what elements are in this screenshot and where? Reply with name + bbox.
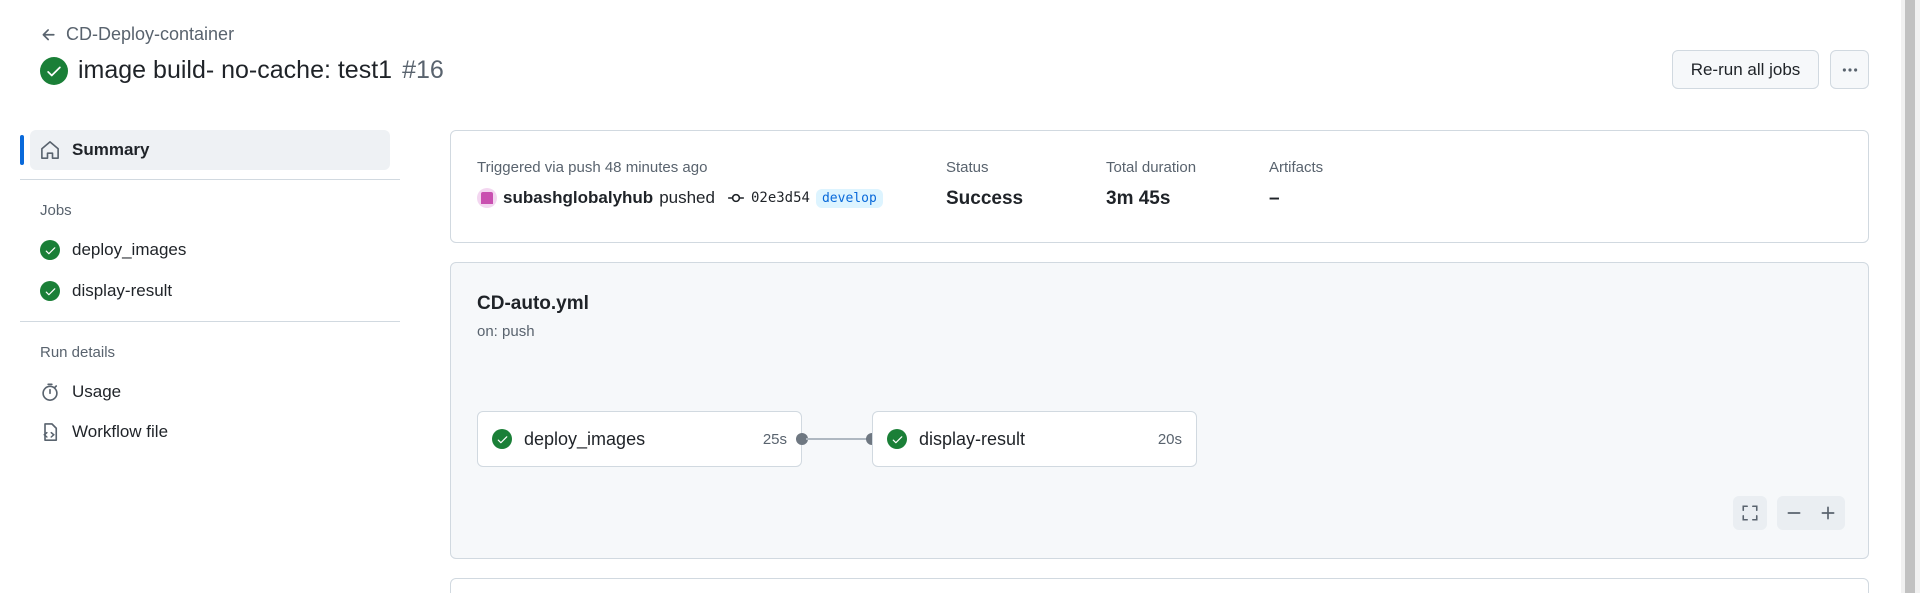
run-title: image build- no-cache: test1 #16 (40, 56, 444, 85)
commit-sha-link[interactable]: 02e3d54 (751, 190, 810, 206)
scrollbar-thumb[interactable] (1905, 0, 1915, 593)
check-circle-icon (40, 56, 68, 85)
job-duration: 20s (1157, 430, 1182, 448)
sidebar-item-label: Workflow file (72, 422, 169, 441)
zoom-in-button[interactable] (1811, 496, 1845, 530)
workflow-trigger: on: push (477, 323, 535, 340)
check-circle-icon (887, 429, 907, 449)
run-details-heading: Run details (40, 344, 116, 361)
arrow-left-icon (42, 28, 55, 40)
plus-icon (1821, 506, 1835, 520)
fullscreen-control (1733, 496, 1767, 530)
status-label: Status (946, 159, 989, 176)
file-code-icon (43, 423, 58, 441)
dash-icon (1787, 512, 1801, 514)
duration-label: Total duration (1106, 159, 1197, 176)
job-node-display-result[interactable]: display-result 20s (872, 411, 1197, 467)
divider (20, 179, 400, 180)
zoom-controls (1777, 496, 1845, 530)
sidebar-item-usage[interactable]: Usage (40, 382, 121, 402)
kebab-horizontal-icon (1842, 67, 1857, 72)
sidebar-item-display-result[interactable]: display-result (40, 281, 172, 301)
divider (20, 321, 400, 322)
workflow-file-name: CD-auto.yml (477, 293, 589, 314)
job-duration: 25s (762, 430, 787, 448)
sidebar-item-summary[interactable]: Summary (30, 130, 390, 170)
check-circle-icon (40, 240, 60, 260)
sidebar-item-label: display-result (72, 281, 173, 300)
sidebar-item-workflow-file[interactable]: Workflow file (40, 422, 168, 442)
sidebar-item-label: Summary (72, 140, 150, 159)
job-connector (806, 438, 868, 440)
job-name: deploy_images (524, 428, 646, 449)
duration-value: 3m 45s (1106, 188, 1171, 209)
back-link[interactable]: CD-Deploy-container (40, 24, 234, 45)
annotations-card (450, 578, 1869, 593)
sidebar-item-label: deploy_images (72, 240, 187, 259)
rerun-all-jobs-button[interactable]: Re-run all jobs (1672, 50, 1819, 89)
home-icon (41, 141, 59, 159)
job-name: display-result (919, 428, 1026, 449)
git-commit-icon (728, 193, 744, 203)
active-indicator (20, 135, 24, 165)
duration-section: Total duration 3m 45s (1106, 159, 1196, 210)
run-number: #16 (402, 56, 444, 84)
fullscreen-button[interactable] (1733, 496, 1767, 530)
jobs-heading: Jobs (40, 202, 72, 219)
check-circle-icon (492, 429, 512, 449)
artifacts-section: Artifacts – (1269, 159, 1323, 210)
run-info-card: Triggered via push 48 minutes ago subash… (450, 130, 1869, 243)
avatar[interactable] (477, 188, 497, 208)
check-circle-icon (40, 281, 60, 301)
trigger-label: Triggered via push 48 minutes ago (477, 159, 708, 176)
trigger-section: Triggered via push 48 minutes ago subash… (477, 159, 883, 208)
status-section: Status Success (946, 159, 1023, 210)
artifacts-label: Artifacts (1269, 159, 1324, 176)
sidebar-item-label: Usage (72, 382, 122, 401)
scrollbar[interactable] (1901, 0, 1920, 593)
sidebar-item-deploy-images[interactable]: deploy_images (40, 240, 186, 260)
status-value: Success (946, 188, 1024, 209)
user-link[interactable]: subashglobalyhub (503, 188, 653, 208)
screen-full-icon (1742, 505, 1758, 521)
branch-badge[interactable]: develop (815, 188, 883, 208)
stopwatch-icon (42, 383, 58, 401)
back-link-label: CD-Deploy-container (66, 24, 235, 44)
zoom-out-button[interactable] (1777, 496, 1811, 530)
artifacts-value: – (1269, 188, 1280, 209)
action-text: pushed (659, 188, 715, 207)
job-node-deploy-images[interactable]: deploy_images 25s (477, 411, 802, 467)
page-title: image build- no-cache: test1 (78, 56, 393, 84)
workflow-graph-card: CD-auto.yml on: push deploy_images 25s d… (450, 262, 1869, 559)
more-options-button[interactable] (1830, 50, 1869, 89)
